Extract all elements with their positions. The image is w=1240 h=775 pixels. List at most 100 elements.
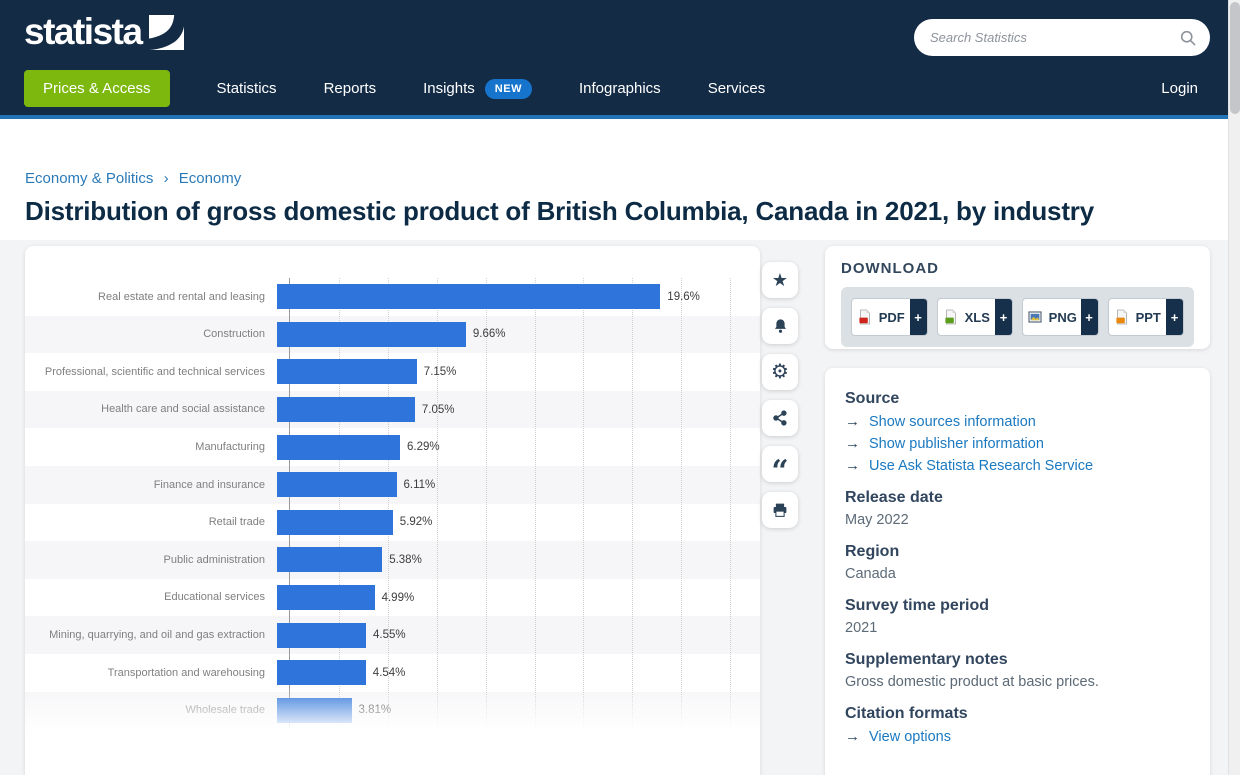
chart-row: Retail trade 5.92% (25, 504, 760, 542)
chart-row: Educational services 4.99% (25, 579, 760, 617)
survey-period-value: 2021 (845, 620, 1190, 636)
bar[interactable] (277, 472, 397, 497)
breadcrumb-economy[interactable]: Economy (179, 170, 242, 187)
download-xls-button[interactable]: XLS + (937, 298, 1014, 336)
breadcrumb-economy-politics[interactable]: Economy & Politics (25, 170, 153, 187)
page-scrollbar[interactable] (1228, 0, 1240, 775)
supplementary-notes-heading: Supplementary notes (845, 651, 1190, 669)
category-label: Educational services (25, 590, 277, 604)
arrow-icon: → (845, 457, 860, 474)
show-publisher-link[interactable]: → Show publisher information (845, 435, 1190, 452)
region-heading: Region (845, 543, 1190, 561)
chart-row: Manufacturing 6.29% (25, 428, 760, 466)
release-date-value: May 2022 (845, 512, 1190, 528)
chart-row: Mining, quarrying, and oil and gas extra… (25, 616, 760, 654)
region-section: Region Canada (845, 543, 1190, 582)
search-bar[interactable] (914, 19, 1210, 56)
category-label: Manufacturing (25, 440, 277, 454)
download-heading: DOWNLOAD (841, 260, 1194, 277)
category-label: Finance and insurance (25, 478, 277, 492)
chart-action-toolbar: ★ ⚙ “ (762, 262, 798, 528)
gear-icon: ⚙ (771, 362, 789, 382)
prices-access-button[interactable]: Prices & Access (24, 70, 170, 107)
top-navigation-bar: statista Prices & Access Statistics Repo… (0, 0, 1240, 119)
star-icon: ★ (772, 271, 788, 289)
supplementary-notes-section: Supplementary notes Gross domestic produ… (845, 651, 1190, 690)
xls-file-icon (943, 309, 959, 325)
citation-section: Citation formats → View options (845, 705, 1190, 745)
bar[interactable] (277, 623, 366, 648)
bar[interactable] (277, 660, 366, 685)
value-label: 3.81% (359, 704, 392, 716)
nav-services[interactable]: Services (708, 80, 766, 97)
bar[interactable] (277, 322, 466, 347)
nav-infographics[interactable]: Infographics (579, 80, 661, 97)
supplementary-notes-value: Gross domestic product at basic prices. (845, 674, 1190, 690)
bar[interactable] (277, 547, 382, 572)
bar[interactable] (277, 585, 375, 610)
search-input[interactable] (930, 30, 1179, 45)
xls-plus-button[interactable]: + (995, 299, 1012, 335)
chart-row: Health care and social assistance 7.05% (25, 391, 760, 429)
ppt-plus-button[interactable]: + (1166, 299, 1183, 335)
category-label: Professional, scientific and technical s… (25, 365, 277, 379)
chart-row: Construction 9.66% (25, 316, 760, 354)
bar[interactable] (277, 510, 393, 535)
download-ppt-button[interactable]: PPT + (1108, 298, 1185, 336)
chart-row: Transportation and warehousing 4.54% (25, 654, 760, 692)
cite-button[interactable]: “ (762, 446, 798, 482)
main-nav: Prices & Access Statistics Reports Insig… (24, 70, 765, 107)
category-label: Health care and social assistance (25, 402, 277, 416)
settings-button[interactable]: ⚙ (762, 354, 798, 390)
release-date-heading: Release date (845, 489, 1190, 507)
nav-statistics[interactable]: Statistics (217, 80, 277, 97)
share-icon (771, 409, 789, 427)
chart-row: Wholesale trade 3.81% (25, 692, 760, 730)
page-title: Distribution of gross domestic product o… (25, 196, 1185, 227)
value-label: 7.05% (422, 404, 455, 416)
download-png-button[interactable]: PNG + (1022, 298, 1099, 336)
bar[interactable] (277, 435, 400, 460)
source-section: Source → Show sources information → Show… (845, 390, 1190, 474)
source-heading: Source (845, 390, 1190, 408)
view-options-link[interactable]: → View options (845, 728, 1190, 745)
nav-insights-label: Insights (423, 80, 475, 97)
value-label: 6.11% (404, 479, 436, 491)
print-button[interactable] (762, 492, 798, 528)
share-button[interactable] (762, 400, 798, 436)
search-icon[interactable] (1179, 29, 1197, 47)
show-sources-link[interactable]: → Show sources information (845, 413, 1190, 430)
ask-statista-link[interactable]: → Use Ask Statista Research Service (845, 457, 1190, 474)
value-label: 5.92% (400, 516, 433, 528)
category-label: Transportation and warehousing (25, 666, 277, 680)
survey-period-section: Survey time period 2021 (845, 597, 1190, 636)
value-label: 7.15% (424, 366, 457, 378)
bar[interactable] (277, 359, 417, 384)
value-label: 4.55% (373, 629, 406, 641)
png-plus-button[interactable]: + (1081, 299, 1098, 335)
breadcrumb-separator: › (164, 170, 169, 187)
nav-insights[interactable]: Insights NEW (423, 79, 532, 99)
statistic-details-card: Source → Show sources information → Show… (825, 368, 1210, 775)
region-value: Canada (845, 566, 1190, 582)
pdf-file-icon (857, 309, 873, 325)
scrollbar-thumb[interactable] (1230, 2, 1240, 114)
pdf-plus-button[interactable]: + (910, 299, 927, 335)
bar[interactable] (277, 397, 415, 422)
statista-logo[interactable]: statista (24, 13, 184, 50)
download-pdf-button[interactable]: PDF + (851, 298, 928, 336)
category-label: Public administration (25, 553, 277, 567)
bar[interactable] (277, 698, 352, 723)
statista-logo-icon (149, 15, 184, 50)
alert-button[interactable] (762, 308, 798, 344)
value-label: 19.6% (667, 291, 700, 303)
survey-period-heading: Survey time period (845, 597, 1190, 615)
login-link[interactable]: Login (1161, 80, 1198, 97)
value-label: 5.38% (389, 554, 422, 566)
chart-row: Professional, scientific and technical s… (25, 353, 760, 391)
favorite-button[interactable]: ★ (762, 262, 798, 298)
bar[interactable] (277, 284, 660, 309)
category-label: Wholesale trade (25, 703, 277, 717)
nav-reports[interactable]: Reports (324, 80, 377, 97)
download-buttons: PDF + XLS + PNG (841, 287, 1194, 347)
